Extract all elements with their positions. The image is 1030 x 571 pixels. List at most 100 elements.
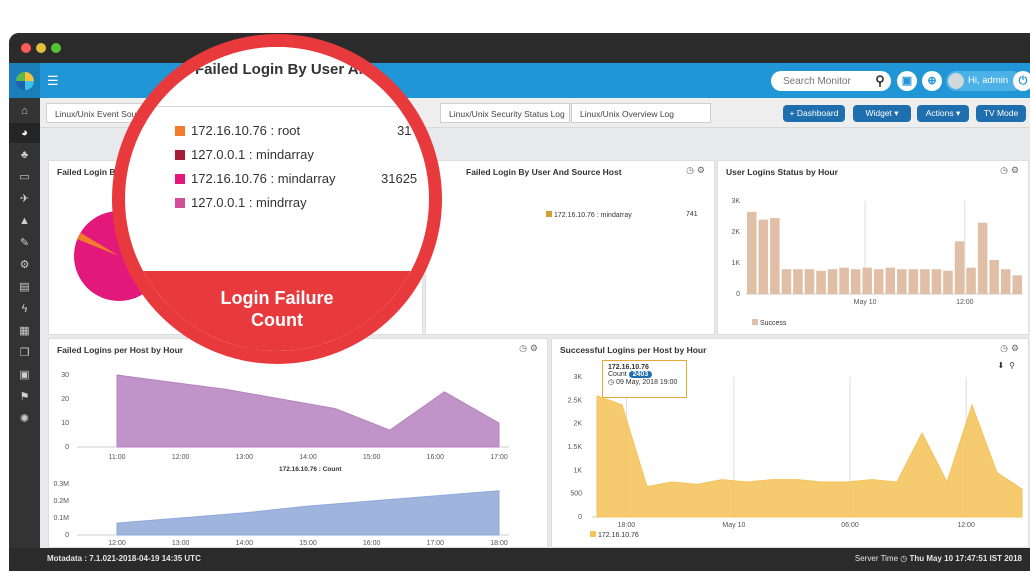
flag-icon[interactable]: ⚑: [9, 387, 40, 407]
settings-icon[interactable]: ✺: [9, 409, 40, 429]
bar: [885, 267, 896, 294]
magnifier-header: Failed Login By User And Source Host: [125, 47, 429, 107]
monitor-icon[interactable]: ▭: [9, 167, 40, 187]
y-tick-label: 1K: [731, 260, 740, 267]
legend-label: 127.0.0.1 : mindarray: [191, 147, 314, 162]
magnifier-legend-value: 31: [397, 123, 412, 138]
x-tick-label: 12:00: [172, 454, 190, 461]
magnifier-caption: Login Failure Count: [125, 287, 429, 331]
y-tick-label: 10: [61, 420, 69, 427]
x-tick-label: May 10: [722, 522, 745, 529]
bar: [989, 259, 999, 294]
x-tick-label: May 10: [854, 299, 877, 306]
plug-icon[interactable]: ✎: [9, 233, 40, 253]
y-tick-label: 0: [65, 532, 69, 539]
camera-icon[interactable]: ▣: [897, 71, 917, 91]
dashboard-icon[interactable]: ◕: [9, 123, 40, 143]
legend-swatch: [175, 150, 185, 160]
crosshair-icon[interactable]: ⊕: [922, 71, 942, 91]
screenshot-stage: ☰ ⚲ ▣ ⊕ Hi, admin ⏻ ⌂◕♣▭✈▲✎⚙▤ϟ▦❐▣⚑✺ Linu…: [0, 0, 1030, 571]
bar: [1000, 269, 1011, 294]
bar: [816, 270, 826, 294]
caption-line: Login Failure: [220, 288, 334, 308]
server-time-label: Server Time: [854, 554, 899, 563]
report-icon[interactable]: ▤: [9, 277, 40, 297]
sub-chart-title: 172.16.10.76 : Count: [279, 466, 342, 473]
bar: [770, 218, 780, 294]
home-icon[interactable]: ⌂: [9, 101, 40, 121]
tooltip-count-value: 2403: [628, 371, 653, 378]
legend-value: 741: [686, 211, 698, 218]
x-tick-label: 12:00: [108, 540, 126, 547]
bar: [1012, 275, 1022, 294]
magnifier-callout: Failed Login By User And Source Host 172…: [112, 34, 442, 364]
failed-logins-area-chart: 0 10 20 30 11:00 12:00 13:00 14:00 15:00 16:00 17:…: [53, 372, 509, 547]
y-tick-label: 3K: [573, 374, 582, 381]
magnifier-legend-item: 172.16.10.76 : mindarray: [175, 171, 336, 186]
file-icon[interactable]: ▣: [9, 365, 40, 385]
bar: [850, 269, 861, 294]
close-window-button[interactable]: [21, 43, 31, 53]
legend-label: 127.0.0.1 : mindrray: [191, 195, 307, 210]
tab-label: Linux/Unix Security Status Log: [449, 109, 565, 119]
power-icon[interactable]: ⏻: [1013, 71, 1030, 91]
y-tick-label: 0.3M: [53, 481, 69, 488]
bar: [862, 267, 872, 294]
bar: [839, 267, 849, 294]
bar: [897, 269, 907, 294]
add-dashboard-button[interactable]: + Dashboard: [783, 105, 845, 122]
x-tick-label: 13:00: [172, 540, 190, 547]
y-tick-label: 0: [736, 291, 740, 298]
x-tick-label: 14:00: [299, 454, 317, 461]
search-icon[interactable]: ⚲: [871, 72, 889, 90]
legend-label: 172.16.10.76 : mindarray: [553, 212, 632, 219]
magnifier-legend-item: 172.16.10.76 : root: [175, 123, 300, 138]
panel-tools[interactable]: ◷⚙: [686, 165, 708, 176]
panel-title: Failed Login By User And Source Host: [466, 167, 622, 177]
tab-linux-security-status-log[interactable]: Linux/Unix Security Status Log: [440, 103, 570, 123]
x-tick-label: 11:00: [109, 454, 126, 461]
magnifier-legend-item: 127.0.0.1 : mindarray: [175, 147, 314, 162]
panel-failed-login-by-user-host: Failed Login By User And Source Host ◷⚙ …: [425, 160, 715, 335]
bar: [943, 270, 953, 294]
sidebar: ⌂ ◕ ♣ ▭ ✈ ▲ ✎ ⚙ ▤ ϟ ▦ ❐ ▣ ⚑ ✺: [9, 98, 40, 548]
y-tick-label: 500: [570, 491, 582, 498]
user-menu[interactable]: Hi, admin: [946, 71, 1022, 91]
minimize-window-button[interactable]: [36, 43, 46, 53]
y-tick-label: 2.5K: [568, 397, 583, 404]
calendar-icon[interactable]: ▦: [9, 321, 40, 341]
area-legend: 172.16.10.76: [590, 531, 639, 539]
footer-server-time: Server Time ◷ Thu May 10 17:47:51 IST 20…: [855, 554, 1022, 563]
footer: Motadata : 7.1.021-2018-04-19 14:35 UTC …: [9, 548, 1030, 571]
user-greeting: Hi, admin: [968, 75, 1009, 86]
bullhorn-icon[interactable]: ✈: [9, 189, 40, 209]
logo-icon: [16, 72, 34, 90]
legend-swatch: [590, 531, 596, 537]
sitemap-icon[interactable]: ♣: [9, 145, 40, 165]
app-logo[interactable]: [9, 63, 40, 98]
actions-button[interactable]: Actions ▾: [917, 105, 969, 122]
bolt-icon[interactable]: ϟ: [9, 299, 40, 319]
hamburger-menu-icon[interactable]: ☰: [47, 74, 59, 87]
bar: [920, 269, 930, 294]
x-tick-label: 12:00: [956, 299, 974, 306]
maximize-window-button[interactable]: [51, 43, 61, 53]
cogs-icon[interactable]: ⚙: [9, 255, 40, 275]
widget-button[interactable]: Widget ▾: [853, 105, 911, 122]
successful-logins-area: [596, 394, 1023, 518]
tooltip-host: 172.16.10.76: [608, 364, 649, 371]
y-tick-label: 0.1M: [53, 515, 69, 522]
copy-icon[interactable]: ❐: [9, 343, 40, 363]
bell-icon[interactable]: ▲: [9, 211, 40, 231]
tv-mode-button[interactable]: TV Mode: [976, 105, 1026, 122]
bar: [954, 241, 965, 294]
clock-icon: ◷: [900, 554, 908, 563]
y-tick-label: 2K: [573, 421, 582, 428]
magnifier-legend-value: 31625: [381, 171, 418, 186]
legend-swatch: [752, 319, 758, 325]
clock-icon: ◷: [608, 379, 615, 386]
legend-swatch: [175, 126, 185, 136]
footer-version: Motadata : 7.1.021-2018-04-19 14:35 UTC: [47, 554, 201, 563]
tab-linux-overview-log[interactable]: Linux/Unix Overview Log: [571, 103, 711, 123]
x-tick-label: 14:00: [236, 540, 254, 547]
